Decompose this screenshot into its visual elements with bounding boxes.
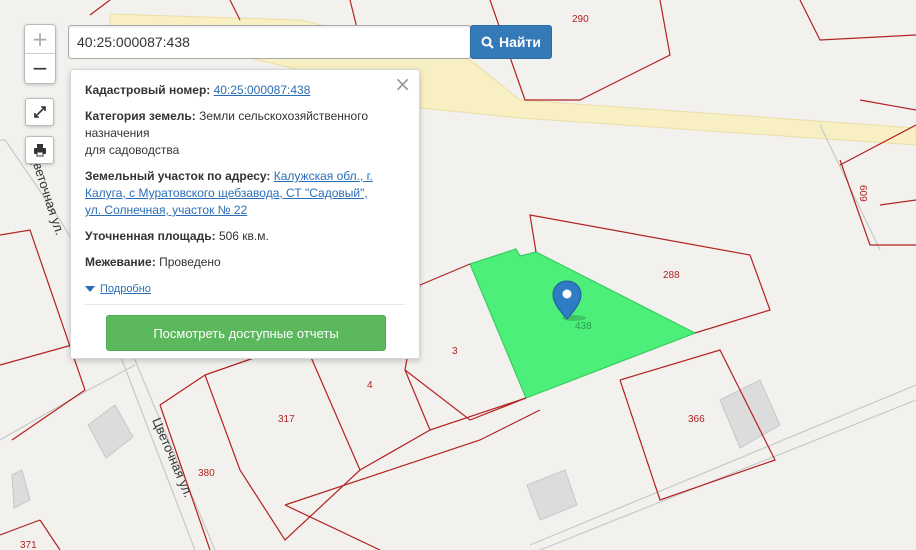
details-link[interactable]: Подробно: [100, 283, 151, 295]
cadastral-search-input[interactable]: [68, 25, 471, 59]
category-label: Категория земель:: [85, 109, 196, 123]
cadastral-row: Кадастровый номер: 40:25:000087:438: [85, 82, 385, 99]
zoom-in-button[interactable]: +: [25, 25, 55, 54]
printer-icon: [33, 144, 46, 157]
parcel-label-288: 288: [663, 270, 680, 281]
view-reports-button[interactable]: Посмотреть доступные отчеты: [106, 315, 386, 351]
parcel-info-popup: × Кадастровый номер: 40:25:000087:438 Ка…: [70, 69, 420, 359]
parcel-label-438: 438: [575, 321, 592, 332]
category-row: Категория земель: Земли сельскохозяйстве…: [85, 108, 385, 159]
area-row: Уточненная площадь: 506 кв.м.: [85, 228, 385, 245]
parcel-label-3: 3: [452, 346, 458, 357]
parcel-label-371: 371: [20, 540, 37, 550]
popup-divider: [85, 304, 405, 305]
zoom-control: + −: [24, 24, 56, 84]
address-row: Земельный участок по адресу: Калужская о…: [85, 168, 385, 219]
more-row: Подробно: [85, 280, 385, 298]
close-icon[interactable]: ×: [394, 74, 411, 94]
parcel-label-317: 317: [278, 414, 295, 425]
category-value-line1: Земли сельскохозяйственного: [199, 109, 369, 123]
fullscreen-button[interactable]: [25, 98, 54, 126]
parcel-label-4: 4: [367, 380, 373, 391]
cadastral-number-link[interactable]: 40:25:000087:438: [214, 83, 311, 97]
parcel-label-380: 380: [198, 468, 215, 479]
parcel-label-609: 609: [857, 185, 868, 202]
search-button[interactable]: Найти: [470, 25, 552, 59]
area-label: Уточненная площадь:: [85, 229, 216, 243]
expand-icon: [33, 106, 46, 118]
address-label: Земельный участок по адресу:: [85, 169, 271, 183]
search-icon: [481, 36, 494, 49]
popup-body: Кадастровый номер: 40:25:000087:438 Кате…: [85, 82, 385, 307]
survey-label: Межевание:: [85, 255, 156, 269]
parcel-label-290: 290: [572, 14, 589, 25]
cadastral-label: Кадастровый номер:: [85, 83, 211, 97]
caret-down-icon: [85, 285, 95, 292]
search-button-label: Найти: [499, 34, 541, 50]
survey-value: Проведено: [159, 255, 221, 269]
survey-row: Межевание: Проведено: [85, 254, 385, 271]
area-value: 506 кв.м.: [218, 229, 269, 243]
category-value-line2: назначения: [85, 126, 150, 140]
zoom-out-button[interactable]: −: [25, 54, 55, 83]
print-button[interactable]: [25, 136, 54, 164]
parcel-label-366: 366: [688, 414, 705, 425]
category-value-line3: для садоводства: [85, 143, 180, 157]
